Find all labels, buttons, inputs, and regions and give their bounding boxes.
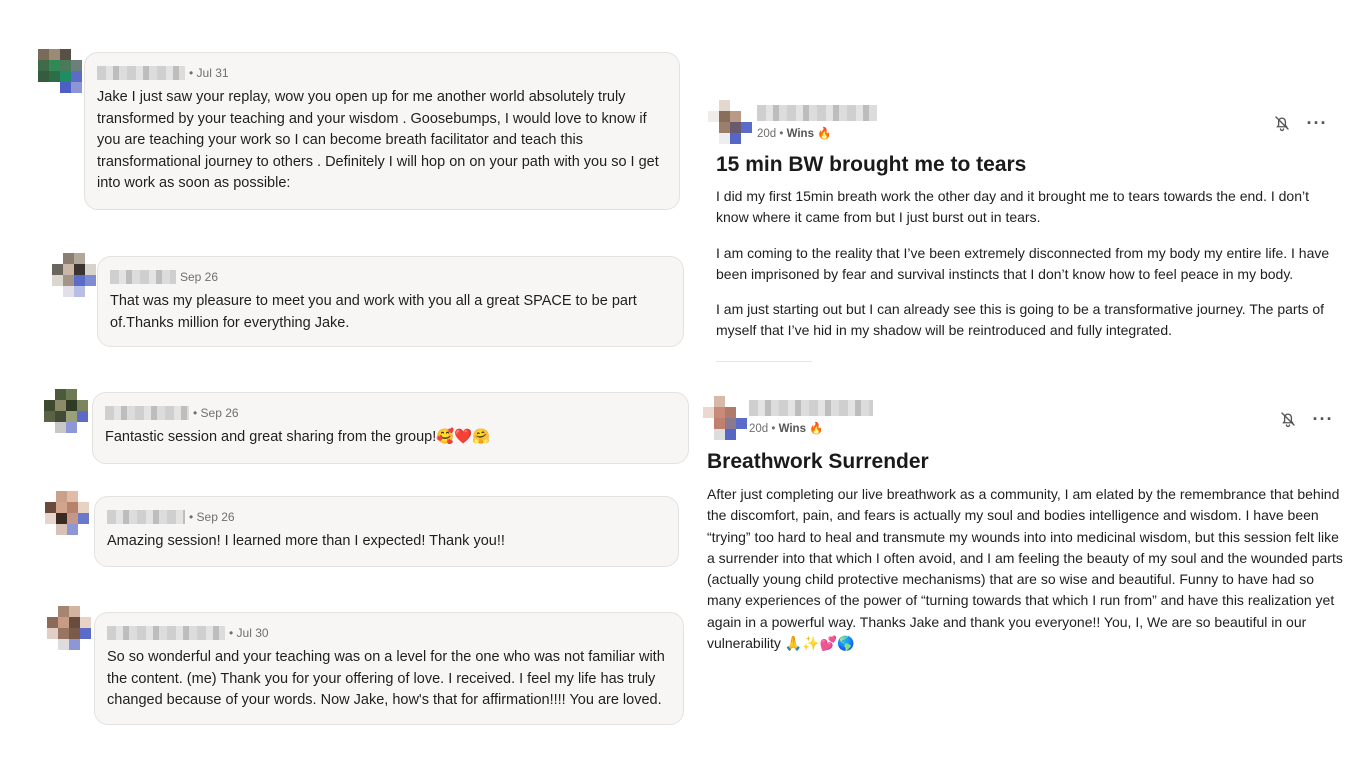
post-subline: 20d • Wins 🔥	[749, 421, 877, 435]
comment-bubble: Sep 26 That was my pleasure to meet you …	[97, 256, 684, 347]
author-name-redacted[interactable]	[107, 626, 225, 640]
comment-bubble: • Jul 30 So so wonderful and your teachi…	[94, 612, 684, 725]
post-separator: •	[776, 128, 787, 140]
comment-bubble: • Sep 26 Fantastic session and great sha…	[92, 392, 689, 464]
post-meta: 20d • Wins 🔥	[749, 400, 877, 435]
comment-date: • Sep 26	[189, 510, 235, 524]
post-body: After just completing our live breathwor…	[707, 484, 1347, 654]
comment-meta: • Sep 26	[105, 403, 676, 423]
post-category[interactable]: Wins 🔥	[779, 423, 824, 435]
comment-date: • Jul 30	[229, 626, 269, 640]
bell-off-icon[interactable]	[1277, 408, 1299, 430]
post-author-avatar[interactable]	[708, 100, 752, 144]
author-name-redacted[interactable]	[749, 400, 873, 416]
comment-bubble: • Jul 31 Jake I just saw your replay, wo…	[84, 52, 680, 210]
post-author-avatar[interactable]	[703, 396, 747, 440]
post-paragraph: I did my first 15min breath work the oth…	[716, 188, 1309, 226]
avatar[interactable]	[38, 49, 82, 93]
post-age: 20d	[749, 423, 769, 435]
comment-text: Jake I just saw your replay, wow you ope…	[97, 89, 659, 191]
author-name-redacted[interactable]	[757, 105, 877, 121]
avatar[interactable]	[44, 389, 88, 433]
comment-date: • Sep 26	[193, 406, 239, 420]
comment-text: So so wonderful and your teaching was on…	[107, 649, 665, 708]
post-title[interactable]: 15 min BW brought me to tears	[716, 153, 1026, 177]
divider	[716, 361, 812, 362]
comment-meta: Sep 26	[110, 267, 671, 287]
avatar[interactable]	[45, 491, 89, 535]
comment-text: Fantastic session and great sharing from…	[105, 429, 491, 445]
avatar[interactable]	[47, 606, 91, 650]
bell-off-icon[interactable]	[1271, 112, 1293, 134]
post-author-name[interactable]	[757, 105, 881, 126]
comment-meta: • Jul 30	[107, 623, 671, 643]
post-category[interactable]: Wins 🔥	[787, 128, 832, 140]
post-paragraph: I am coming to the reality that I’ve bee…	[716, 244, 1330, 282]
comment-date: Sep 26	[180, 270, 219, 284]
author-name-redacted[interactable]	[107, 510, 185, 524]
post-age: 20d	[757, 128, 777, 140]
comment-meta: • Sep 26	[107, 507, 666, 527]
post-separator: •	[768, 423, 779, 435]
post-body: I did my first 15min breath work the oth…	[716, 186, 1332, 342]
author-name-redacted[interactable]	[105, 406, 189, 420]
post-subline: 20d • Wins 🔥	[757, 126, 881, 140]
post-paragraph: I am just starting out but I can already…	[716, 301, 1325, 339]
post-meta: 20d • Wins 🔥	[757, 105, 881, 140]
post-paragraph: After just completing our live breathwor…	[707, 486, 1343, 652]
author-name-redacted[interactable]	[97, 66, 185, 80]
comment-text: That was my pleasure to meet you and wor…	[110, 293, 637, 331]
comment-meta: • Jul 31	[97, 63, 667, 83]
more-horizontal-icon[interactable]: ···	[1312, 408, 1334, 430]
more-horizontal-icon[interactable]: ···	[1306, 112, 1328, 134]
comment-bubble: • Sep 26 Amazing session! I learned more…	[94, 496, 679, 567]
avatar[interactable]	[52, 253, 96, 297]
comment-date: • Jul 31	[189, 66, 229, 80]
post-title[interactable]: Breathwork Surrender	[707, 450, 929, 474]
post-author-name[interactable]	[749, 400, 877, 421]
author-name-redacted[interactable]	[110, 270, 176, 284]
comment-text: Amazing session! I learned more than I e…	[107, 533, 505, 549]
